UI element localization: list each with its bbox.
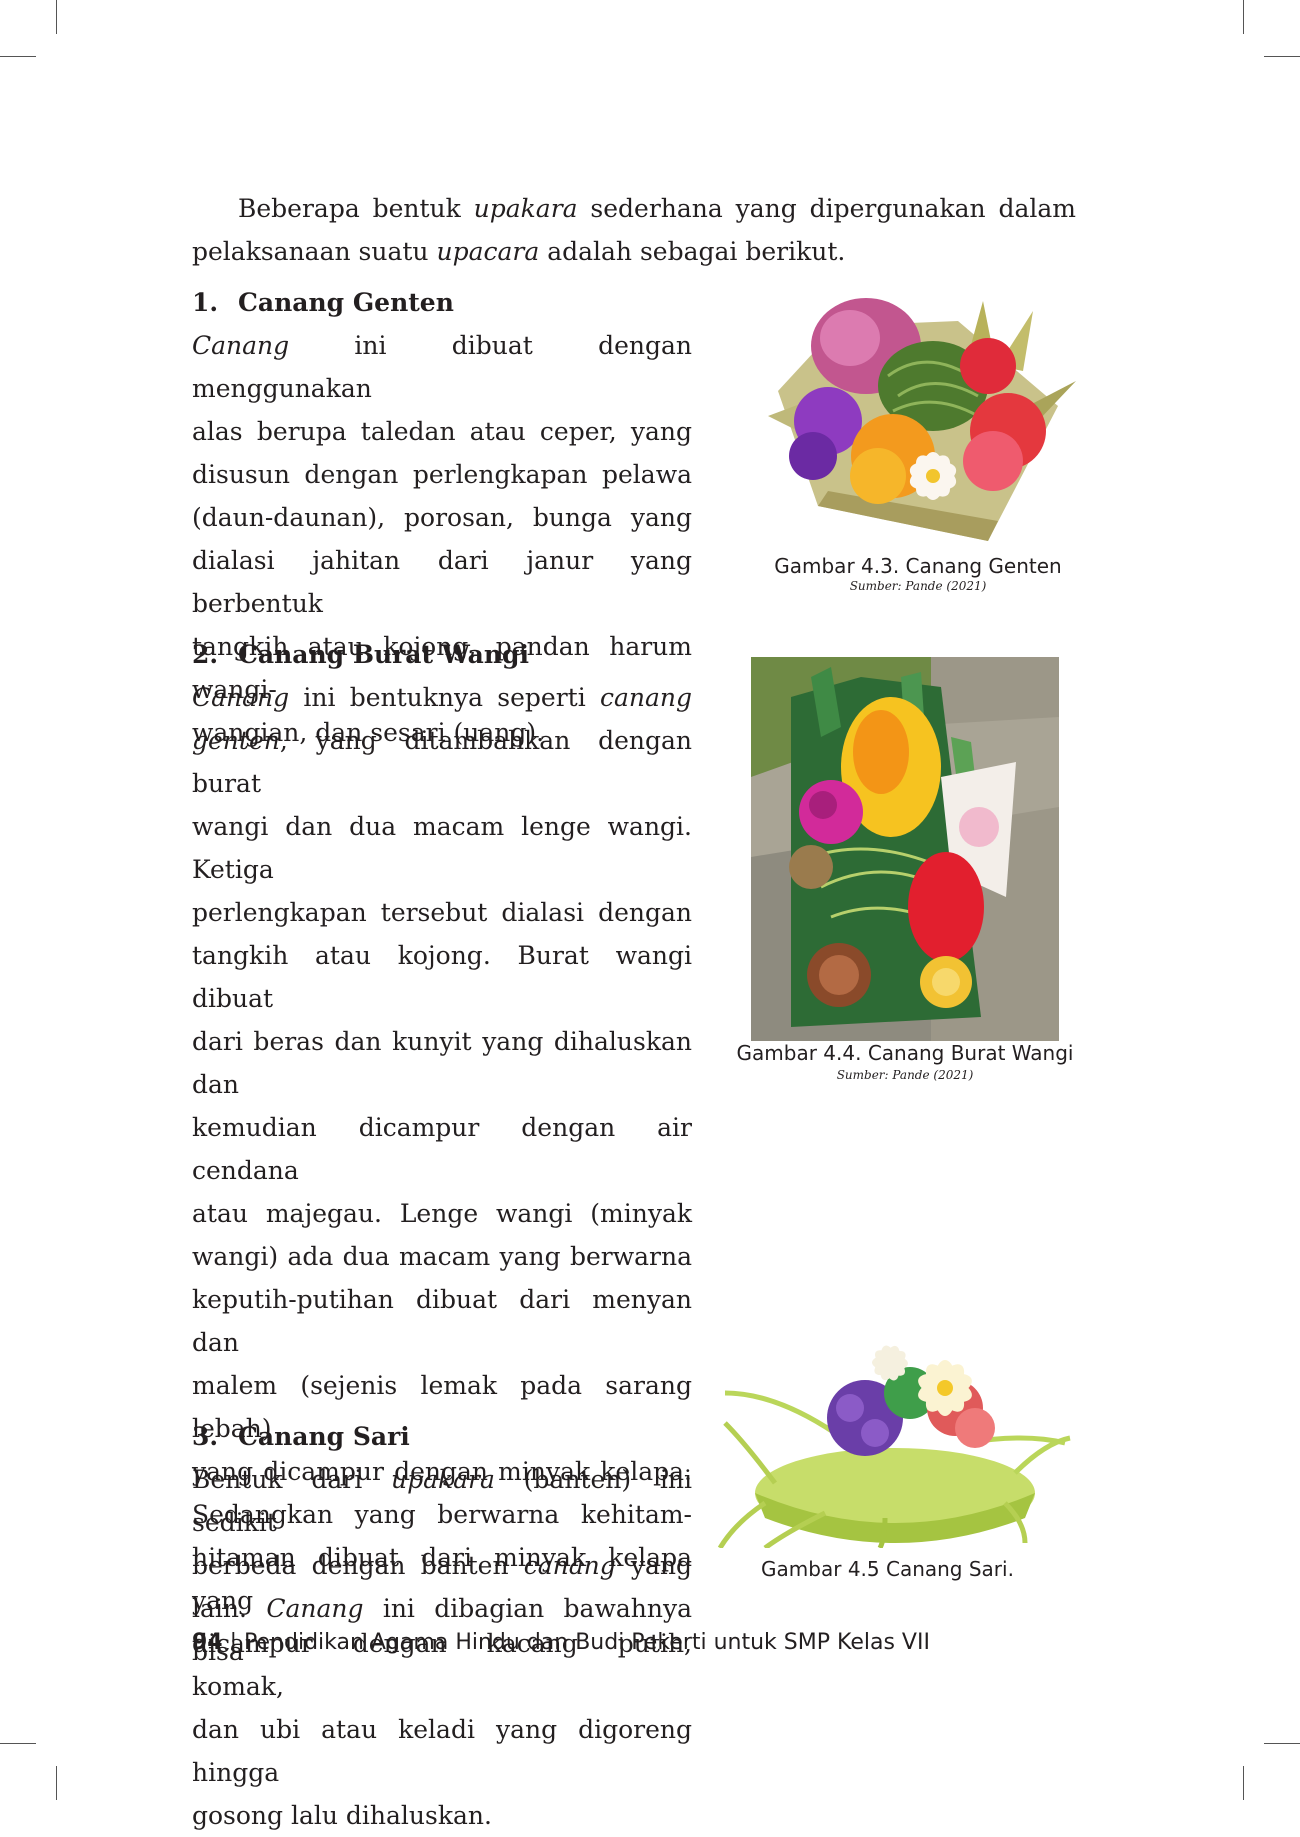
- body-line: dialasi jahitan dari janur yang berbentu…: [192, 546, 692, 618]
- body-line: gosong lalu dihaluskan.: [192, 1801, 492, 1830]
- body-line: keputih-putihan dibuat dari menyan dan: [192, 1285, 692, 1357]
- crop-mark: [0, 1743, 36, 1744]
- body-line: perlengkapan tersebut dialasi dengan: [192, 898, 692, 927]
- crop-mark: [56, 1766, 57, 1800]
- body-line: Bentuk dari upakara (banten) ini sedikit: [192, 1465, 692, 1537]
- body-line: wangi dan dua macam lenge wangi. Ketiga: [192, 812, 692, 884]
- section-heading: 1. Canang Genten: [192, 288, 454, 317]
- figure-source: Sumber: Pande (2021): [849, 579, 987, 593]
- canang-genten-photo: [768, 298, 1076, 541]
- crop-mark: [0, 56, 36, 57]
- intro-paragraph: Beberapa bentuk upakara sederhana yang d…: [192, 187, 1076, 273]
- figure-caption: Gambar 4.5 Canang Sari.: [761, 1557, 1014, 1581]
- body-line: (daun-daunan), porosan, bunga yang: [192, 503, 692, 532]
- intro-line-2: pelaksanaan suatu upacara adalah sebagai…: [192, 237, 846, 266]
- footer-separator: |: [222, 1630, 245, 1655]
- body-line: dari beras dan kunyit yang dihaluskan da…: [192, 1027, 692, 1099]
- body-line: genten, yang ditambahkan dengan burat: [192, 726, 692, 798]
- figure-caption: Gambar 4.3. Canang Genten: [774, 554, 1062, 578]
- section-heading: 3. Canang Sari: [192, 1422, 410, 1451]
- crop-mark: [1243, 0, 1244, 34]
- body-line: tangkih atau kojong. Burat wangi dibuat: [192, 941, 692, 1013]
- body-line: wangi) ada dua macam yang berwarna: [192, 1242, 692, 1271]
- crop-mark: [1243, 1766, 1244, 1800]
- body-line: disusun dengan perlengkapan pelawa: [192, 460, 692, 489]
- body-line: kemudian dicampur dengan air cendana: [192, 1113, 692, 1185]
- page-footer: 94 | Pendidikan Agama Hindu dan Budi Pek…: [192, 1630, 930, 1655]
- crop-mark: [1264, 56, 1300, 57]
- body-line: Canang ini dibuat dengan menggunakan: [192, 331, 692, 403]
- intro-line-1: Beberapa bentuk upakara sederhana yang d…: [238, 194, 1076, 223]
- body-line: atau majegau. Lenge wangi (minyak: [192, 1199, 692, 1228]
- page-number: 94: [192, 1630, 223, 1655]
- book-title: Pendidikan Agama Hindu dan Budi Pekerti …: [244, 1630, 930, 1655]
- section-heading: 2. Canang Burat Wangi: [192, 640, 530, 669]
- canang-sari-illustration: [717, 1345, 1071, 1548]
- crop-mark: [56, 0, 57, 34]
- body-line: berbeda dengan banten canang yang: [192, 1551, 692, 1580]
- body-line: Canang ini bentuknya seperti canang: [192, 683, 692, 712]
- body-line: dan ubi atau keladi yang digoreng hingga: [192, 1715, 692, 1787]
- canang-burat-wangi-photo: [751, 657, 1059, 1041]
- figure-caption: Gambar 4.4. Canang Burat Wangi: [736, 1041, 1074, 1065]
- crop-mark: [1264, 1743, 1300, 1744]
- body-line: alas berupa taledan atau ceper, yang: [192, 417, 692, 446]
- figure-source: Sumber: Pande (2021): [836, 1068, 974, 1082]
